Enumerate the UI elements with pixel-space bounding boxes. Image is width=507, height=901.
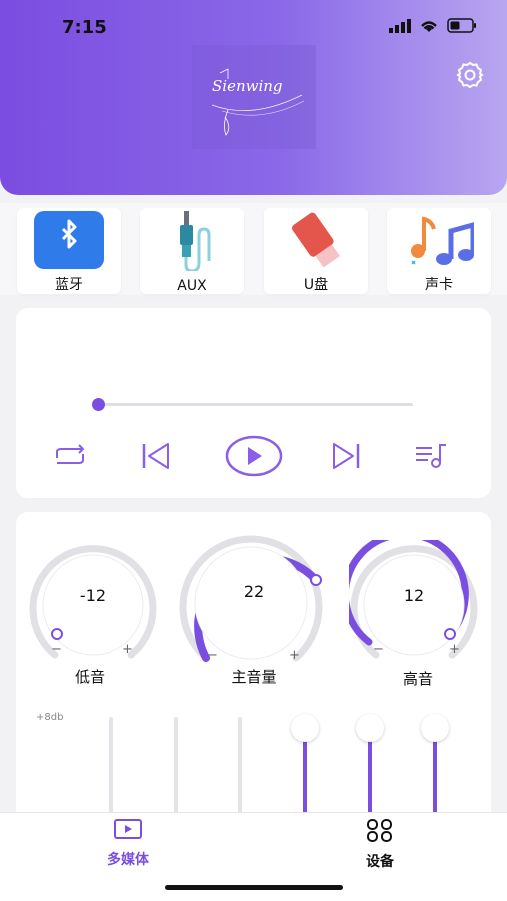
treble-plus[interactable]: + [449,642,460,657]
next-button[interactable] [326,436,366,476]
wifi-icon [421,20,437,32]
tab-media[interactable]: 多媒体 [68,819,188,869]
bass-minus[interactable]: − [51,642,62,657]
play-icon [225,435,283,477]
eq-slider-5-handle[interactable] [356,714,384,742]
tab-device[interactable]: 设备 [320,819,440,871]
eq-slider-6-handle[interactable] [421,714,449,742]
play-button[interactable] [224,435,284,477]
source-label: 蓝牙 [55,277,83,293]
volume-value: 22 [243,582,265,601]
tab-label: 设备 [366,854,394,870]
player-card [16,308,491,498]
eq-slider-4-handle[interactable] [291,714,319,742]
playlist-button[interactable] [411,436,451,476]
repeat-icon [56,444,85,464]
usb-drive-icon [292,212,340,268]
source-aux[interactable]: AUX [140,208,244,294]
source-usb[interactable]: U盘 [264,208,368,294]
signal-icon [389,18,411,33]
header: 7:15 Sienwing [0,0,507,195]
treble-clef-icon [211,68,305,136]
source-soundcard[interactable]: 声卡 [387,208,491,294]
source-label: U盘 [303,277,329,293]
previous-icon [142,443,169,469]
volume-label: 主音量 [231,668,277,686]
grid-icon [367,819,392,842]
source-bluetooth[interactable]: 蓝牙 [17,208,121,294]
tone-panel: -12 − + 低音 22 − + 主音量 12 − + 高音 +8db [16,512,491,837]
gear-icon[interactable] [455,60,485,90]
eq-db-label: +8db [36,712,64,723]
logo-text: Sienwing [212,77,283,95]
bluetooth-icon [34,211,104,269]
status-time: 7:15 [62,17,107,38]
battery-icon [447,18,476,33]
status-icons [389,18,477,33]
source-label: AUX [177,278,207,294]
source-selector: 蓝牙 AUX U盘 声卡 [0,203,507,295]
source-label: 声卡 [425,277,453,293]
playlist-icon [416,444,446,468]
bass-knob[interactable] [28,540,158,670]
bass-plus[interactable]: + [122,642,133,657]
bass-label: 低音 [74,668,105,686]
previous-button[interactable] [136,436,176,476]
next-icon [333,443,360,469]
home-indicator [165,885,343,890]
volume-plus[interactable]: + [289,648,300,663]
volume-minus[interactable]: − [207,648,218,663]
treble-value: 12 [403,586,425,605]
treble-minus[interactable]: − [373,642,384,657]
bass-value: -12 [79,586,107,605]
progress-knob[interactable] [92,398,105,411]
brand-logo: Sienwing [192,45,316,149]
music-notes-icon [411,216,474,265]
tab-label: 多媒体 [107,852,149,868]
aux-cable-icon [180,211,211,271]
progress-track[interactable] [96,403,413,406]
media-play-icon [114,819,142,839]
treble-label: 高音 [402,670,433,688]
repeat-button[interactable] [50,436,90,476]
volume-knob[interactable] [176,528,326,678]
